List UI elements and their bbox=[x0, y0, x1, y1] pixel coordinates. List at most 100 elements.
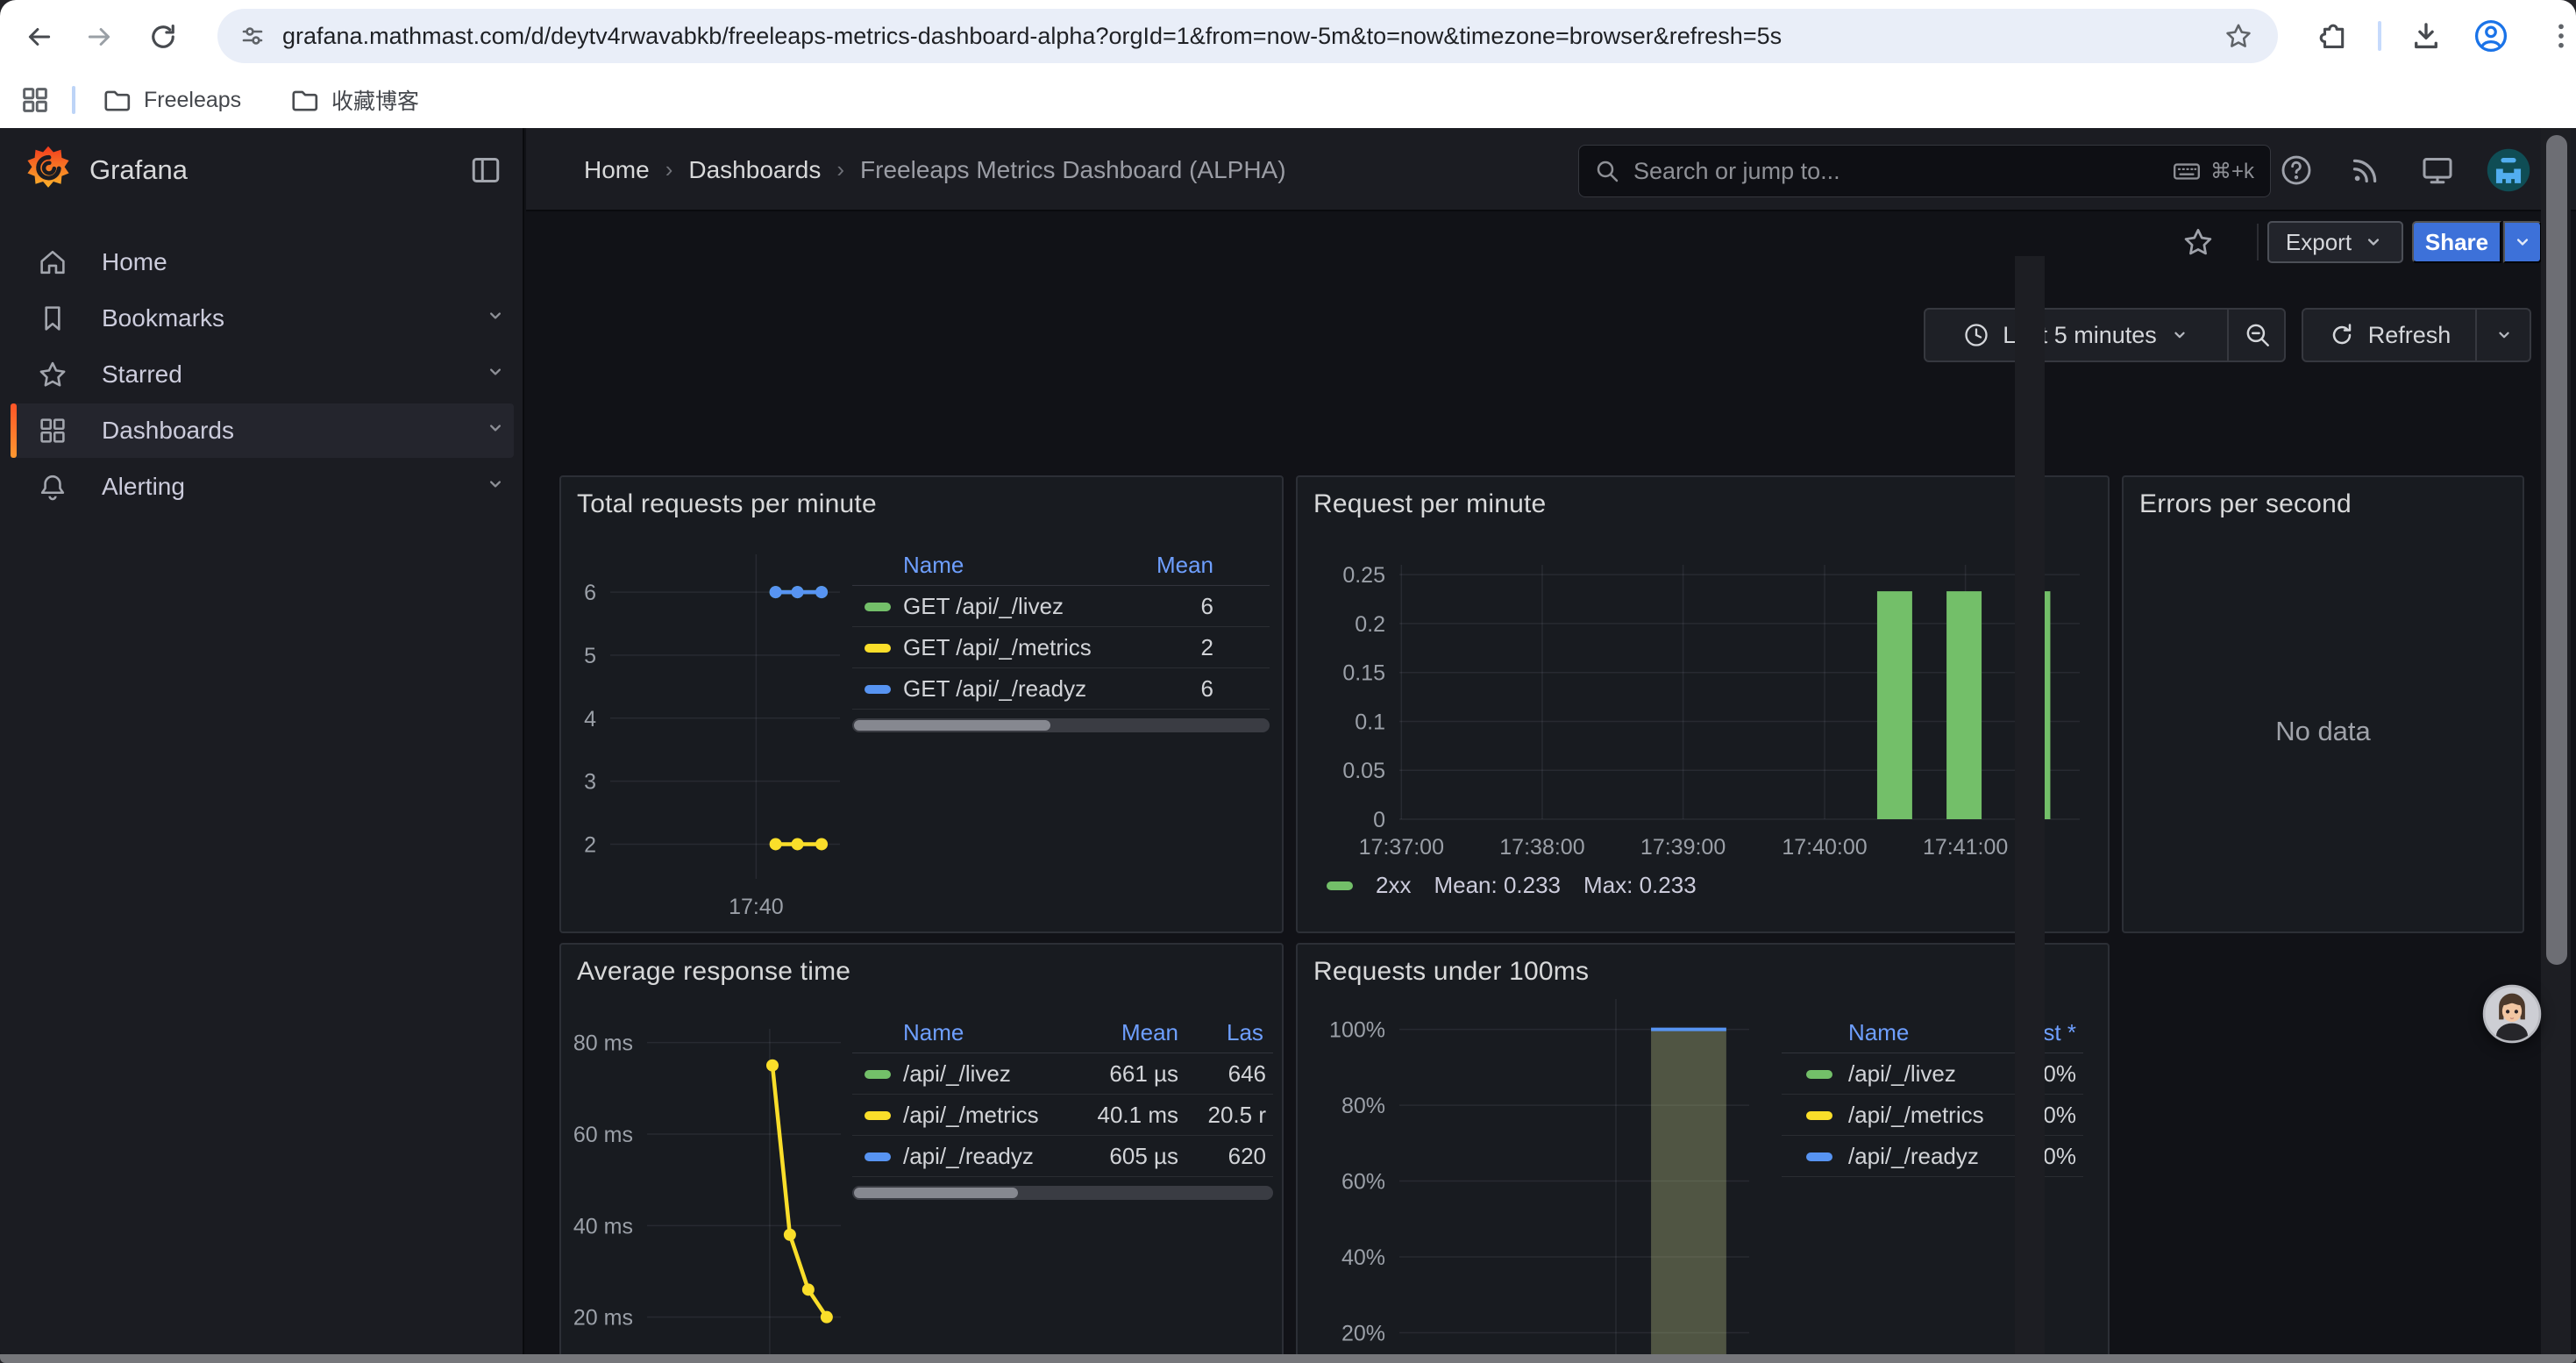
toolbar-divider bbox=[2378, 21, 2381, 51]
chart-request-per-minute[interactable]: 00.050.10.150.20.2517:37:0017:38:0017:39… bbox=[1298, 477, 2108, 931]
grid-icon bbox=[37, 415, 68, 451]
panel-title[interactable]: Errors per second bbox=[2139, 489, 2352, 519]
bookmark-icon bbox=[37, 303, 68, 339]
svg-text:6: 6 bbox=[584, 581, 596, 605]
legend-scrollbar-thumb[interactable] bbox=[854, 1188, 1018, 1198]
series-name[interactable]: /api/_/metrics bbox=[903, 1095, 1039, 1135]
legend-scrollbar[interactable] bbox=[852, 718, 1270, 732]
breadcrumb-item-1[interactable]: Home bbox=[584, 156, 650, 184]
scrollbar-thumb[interactable] bbox=[2546, 135, 2567, 965]
series-name[interactable]: GET /api/_/metrics bbox=[903, 627, 1092, 667]
bookmark-folder-freeleaps[interactable]: Freeleaps bbox=[102, 72, 241, 128]
legend-row[interactable]: GET /api/_/metrics 2 bbox=[852, 627, 1270, 668]
sidebar-toggle-icon[interactable] bbox=[468, 153, 503, 192]
legend-row[interactable]: GET /api/_/readyz6 bbox=[852, 668, 1270, 710]
series-chip bbox=[1327, 881, 1353, 890]
export-button[interactable]: Export bbox=[2267, 221, 2403, 263]
refresh-button[interactable]: Refresh bbox=[2303, 310, 2475, 360]
actions-divider bbox=[2257, 224, 2259, 260]
bookmark-folder-blogs[interactable]: 收藏博客 bbox=[289, 72, 419, 128]
series-value: 2 bbox=[1201, 627, 1213, 667]
legend-header: Name Mean bbox=[852, 546, 1270, 586]
legend-col-name[interactable]: Name bbox=[903, 546, 964, 585]
search-input[interactable]: Search or jump to... ⌘+k bbox=[1578, 145, 2271, 197]
legend-col[interactable]: Mean bbox=[1156, 546, 1213, 585]
legend-row[interactable]: GET /api/_/livez6 bbox=[852, 586, 1270, 627]
breadcrumb-item-2[interactable]: Dashboards bbox=[688, 156, 821, 184]
share-button[interactable]: Share bbox=[2412, 221, 2501, 263]
sidebar-item-label: Bookmarks bbox=[102, 291, 224, 346]
chevron-down-icon bbox=[484, 360, 507, 388]
refresh-interval-button[interactable] bbox=[2475, 310, 2533, 360]
back-icon[interactable] bbox=[25, 22, 54, 52]
series-value: 605 µs bbox=[1109, 1136, 1178, 1176]
user-avatar[interactable] bbox=[2487, 148, 2530, 196]
apps-grid-icon[interactable] bbox=[19, 84, 51, 116]
sidebar-item-home[interactable]: Home bbox=[11, 235, 514, 289]
svg-text:20%: 20% bbox=[1341, 1322, 1385, 1346]
url-bar[interactable]: grafana.mathmast.com/d/deytv4rwavabkb/fr… bbox=[217, 9, 2278, 63]
time-range-picker[interactable]: Last 5 minutes bbox=[1924, 308, 2286, 362]
legend-col[interactable]: Mean bbox=[1121, 1013, 1178, 1053]
series-color-chip bbox=[1806, 1111, 1832, 1120]
home-icon bbox=[37, 246, 68, 282]
favorite-star-icon[interactable] bbox=[2181, 225, 2215, 263]
url-text[interactable]: grafana.mathmast.com/d/deytv4rwavabkb/fr… bbox=[282, 9, 2220, 63]
series-name[interactable]: /api/_/livez bbox=[903, 1053, 1011, 1094]
breadcrumb-separator: › bbox=[836, 156, 844, 183]
legend-col-name[interactable]: Name bbox=[1848, 1013, 1909, 1053]
brand-title: Grafana bbox=[89, 128, 188, 211]
sidebar-item-label: Alerting bbox=[102, 460, 185, 514]
legend-row[interactable]: /api/_/metrics 40.1 ms 20.5 r bbox=[852, 1095, 1273, 1136]
rss-icon[interactable] bbox=[2348, 153, 2383, 192]
sidebar-item-bookmarks[interactable]: Bookmarks bbox=[11, 291, 514, 346]
legend-scrollbar-thumb[interactable] bbox=[854, 720, 1050, 731]
series-name[interactable]: /api/_/readyz bbox=[903, 1136, 1034, 1176]
legend-row[interactable]: /api/_/livez661 µs646 bbox=[852, 1053, 1273, 1095]
legend-request-per-minute[interactable]: 2xx Mean: 0.233 Max: 0.233 bbox=[1327, 872, 1697, 899]
legend-scrollbar[interactable] bbox=[852, 1186, 1273, 1200]
screen: grafana.mathmast.com/d/deytv4rwavabkb/fr… bbox=[0, 0, 2576, 1363]
app-header: Home›Dashboards›Freeleaps Metrics Dashbo… bbox=[526, 128, 2576, 211]
clock-icon bbox=[1962, 321, 1990, 349]
sidebar-item-starred[interactable]: Starred bbox=[11, 347, 514, 402]
legend-row[interactable]: /api/_/readyz605 µs620 bbox=[852, 1136, 1273, 1177]
series-name[interactable]: /api/_/metrics bbox=[1848, 1095, 1984, 1135]
page-scrollbar-track[interactable] bbox=[2015, 256, 2045, 1363]
svg-text:17:39:00: 17:39:00 bbox=[1640, 835, 1726, 860]
forward-icon[interactable] bbox=[84, 22, 114, 52]
site-settings-icon[interactable] bbox=[238, 22, 267, 50]
series-value: 40.1 ms bbox=[1098, 1095, 1179, 1135]
series-color-chip bbox=[865, 1070, 891, 1079]
download-icon[interactable] bbox=[2409, 19, 2443, 53]
scrollbar-track[interactable] bbox=[2541, 128, 2571, 1354]
extensions-icon[interactable] bbox=[2316, 19, 2350, 53]
legend-col[interactable]: Las bbox=[1227, 1013, 1263, 1053]
svg-text:3: 3 bbox=[584, 770, 596, 795]
refresh-control[interactable]: Refresh bbox=[2302, 308, 2531, 362]
bookmark-star-icon[interactable] bbox=[2224, 21, 2253, 51]
reload-icon[interactable] bbox=[147, 21, 179, 53]
svg-text:5: 5 bbox=[584, 644, 596, 668]
sidebar-item-alerting[interactable]: Alerting bbox=[11, 460, 514, 514]
series-name[interactable]: /api/_/livez bbox=[1848, 1053, 1956, 1094]
grafana-app: Grafana HomeBookmarksStarredDashboardsAl… bbox=[0, 128, 2576, 1363]
kebab-menu-icon[interactable] bbox=[2544, 19, 2576, 53]
search-shortcut: ⌘+k bbox=[2172, 156, 2254, 186]
browser-toolbar: grafana.mathmast.com/d/deytv4rwavabkb/fr… bbox=[0, 0, 2576, 72]
kiosk-monitor-icon[interactable] bbox=[2420, 153, 2455, 192]
help-icon[interactable] bbox=[2279, 153, 2314, 192]
legend-col-name[interactable]: Name bbox=[903, 1013, 964, 1053]
profile-icon[interactable] bbox=[2473, 18, 2509, 54]
share-menu-button[interactable] bbox=[2503, 221, 2542, 263]
series-name[interactable]: GET /api/_/livez bbox=[903, 586, 1064, 626]
floating-assistant-avatar[interactable] bbox=[2482, 984, 2542, 1044]
series-value: 20.5 r bbox=[1208, 1095, 1267, 1135]
series-name[interactable]: GET /api/_/readyz bbox=[903, 668, 1086, 709]
zoom-out-button[interactable] bbox=[2227, 310, 2288, 360]
bookmark-folder-label: 收藏博客 bbox=[331, 84, 419, 116]
series-max: Max: 0.233 bbox=[1583, 872, 1697, 899]
grafana-logo[interactable] bbox=[23, 144, 74, 199]
sidebar-item-dashboards[interactable]: Dashboards bbox=[11, 403, 514, 458]
series-name[interactable]: /api/_/readyz bbox=[1848, 1136, 1979, 1176]
